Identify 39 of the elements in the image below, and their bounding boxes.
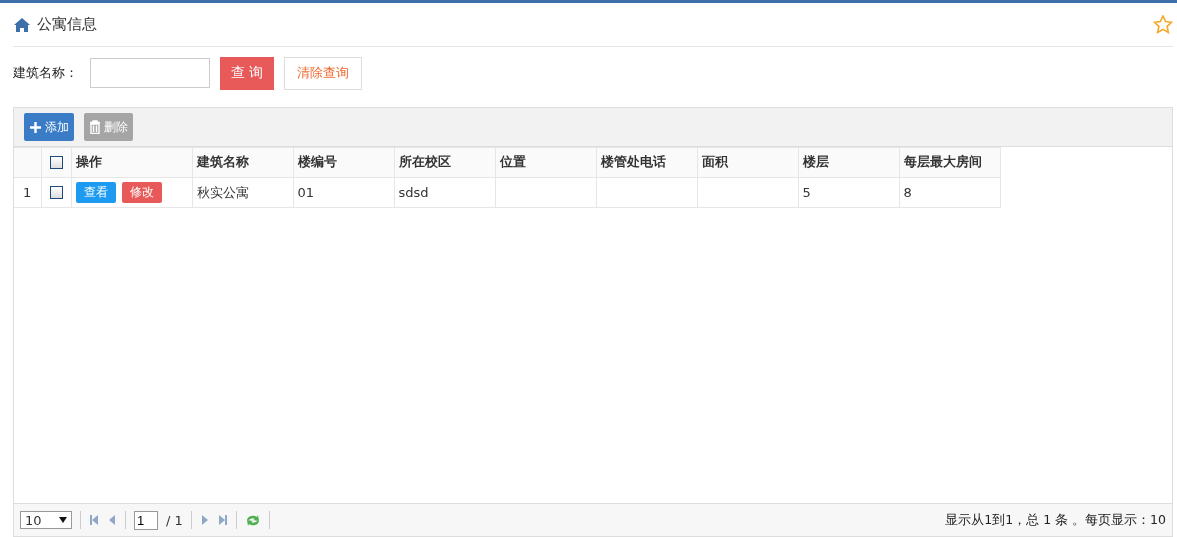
select-all-checkbox[interactable] (49, 156, 63, 169)
trash-icon (89, 120, 101, 134)
column-header: 楼编号 (297, 154, 337, 169)
field-label: 建筑名称： (13, 64, 78, 82)
column-header: 每层最大房间 (903, 154, 982, 169)
total-pages: / 1 (166, 512, 183, 528)
delete-button[interactable]: 删除 (84, 113, 133, 141)
star-icon[interactable] (1153, 15, 1173, 34)
table-cell: sdsd (398, 185, 429, 200)
column-header: 建筑名称 (196, 154, 249, 169)
table-cell: 8 (903, 185, 912, 200)
column-header: 操作 (75, 154, 102, 169)
page-size-select[interactable]: 10 (20, 511, 72, 529)
previous-page-icon[interactable] (107, 514, 117, 526)
home-icon (13, 16, 31, 33)
table-cell: 秋实公寓 (196, 184, 249, 200)
column-header: 楼管处电话 (600, 154, 666, 169)
table-cell: 5 (802, 185, 811, 200)
dropdown-caret-icon (59, 517, 67, 523)
pagination-summary: 显示从1到1，总 1 条 。每页显示：10 (945, 511, 1166, 529)
add-button[interactable]: 添加 (24, 113, 74, 141)
view-button[interactable]: 查看 (75, 182, 116, 203)
table-cell: 01 (297, 185, 315, 200)
building-name-field[interactable] (90, 58, 210, 88)
column-header: 所在校区 (398, 154, 451, 169)
search-button[interactable]: 查 询 (220, 56, 274, 90)
row-number: 1 (23, 185, 32, 200)
column-header: 楼层 (802, 154, 829, 169)
column-header: 面积 (701, 154, 728, 169)
page-number-field[interactable]: 1 (134, 510, 158, 530)
edit-button[interactable]: 修改 (121, 182, 162, 203)
column-header: 位置 (499, 154, 526, 169)
first-page-icon[interactable] (89, 514, 99, 526)
clear-search-button[interactable]: 清除查询 (284, 56, 362, 90)
plus-icon (29, 120, 42, 134)
row-checkbox[interactable] (49, 186, 63, 199)
next-page-icon[interactable] (199, 514, 210, 526)
last-page-icon[interactable] (217, 514, 228, 526)
page-title: 公寓信息 (37, 15, 98, 34)
